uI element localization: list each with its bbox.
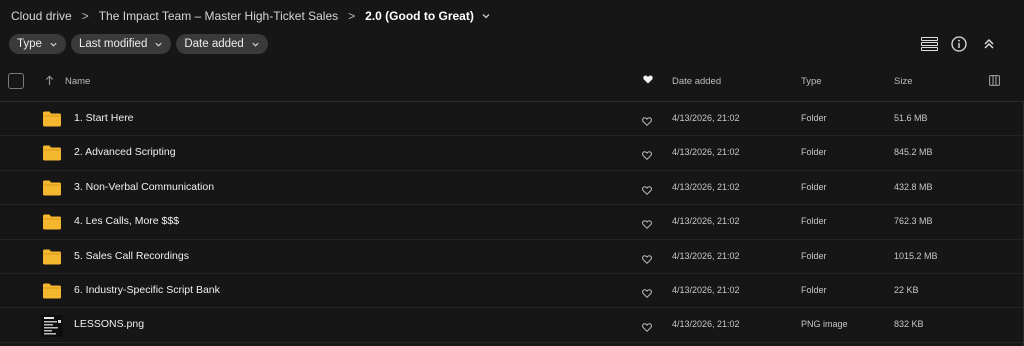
date-added: 4/13/2026, 21:02 bbox=[672, 284, 740, 295]
date-added: 4/13/2026, 21:02 bbox=[672, 216, 740, 227]
column-header-type[interactable]: Type bbox=[801, 76, 822, 87]
table-header: Name Date added Type Size bbox=[0, 66, 1024, 102]
collapse-icon[interactable] bbox=[980, 33, 998, 55]
info-icon[interactable] bbox=[950, 33, 968, 55]
heart-icon[interactable] bbox=[642, 147, 652, 165]
date-added: 4/13/2026, 21:02 bbox=[672, 113, 740, 123]
file-name: LESSONS.png bbox=[74, 318, 145, 331]
file-size: 845.2 MB bbox=[894, 147, 933, 158]
sort-ascending-icon[interactable] bbox=[45, 75, 54, 89]
column-settings-icon[interactable] bbox=[989, 75, 1000, 89]
chevron-down-icon[interactable] bbox=[481, 11, 491, 21]
file-size: 51.6 MB bbox=[894, 113, 928, 123]
file-size: 22 KB bbox=[894, 284, 919, 295]
file-size: 832 KB bbox=[894, 319, 924, 330]
select-all-checkbox[interactable] bbox=[8, 73, 24, 89]
file-name: 4. Les Calls, More $$$ bbox=[74, 215, 180, 228]
table-row[interactable]: 3. Non-Verbal Communication 4/13/2026, 2… bbox=[0, 171, 1024, 206]
filter-date-added-label: Date added bbox=[184, 38, 244, 50]
column-header-size[interactable]: Size bbox=[894, 76, 912, 87]
file-name: 5. Sales Call Recordings bbox=[74, 249, 189, 262]
column-header-name[interactable]: Name bbox=[65, 76, 90, 87]
filter-last-modified[interactable]: Last modified bbox=[70, 34, 172, 54]
folder-icon bbox=[43, 249, 61, 265]
file-type: PNG image bbox=[801, 319, 848, 330]
breadcrumb: Cloud drive > The Impact Team – Master H… bbox=[11, 7, 491, 25]
file-name: 3. Non-Verbal Communication bbox=[74, 180, 215, 193]
breadcrumb-item-cloud-drive[interactable]: Cloud drive bbox=[11, 9, 72, 23]
file-type: Folder bbox=[801, 181, 827, 192]
file-name: 6. Industry-Specific Script Bank bbox=[74, 283, 220, 296]
breadcrumb-separator: > bbox=[81, 9, 89, 23]
heart-icon[interactable] bbox=[642, 216, 652, 234]
file-name: 1. Start Here bbox=[74, 112, 134, 124]
table-row[interactable]: 5. Sales Call Recordings 4/13/2026, 21:0… bbox=[0, 240, 1024, 274]
chevron-down-icon bbox=[252, 42, 259, 47]
favorite-column-heart-icon[interactable] bbox=[643, 75, 653, 87]
filter-type-label: Type bbox=[17, 38, 42, 50]
table-row[interactable]: 6. Industry-Specific Script Bank 4/13/20… bbox=[0, 274, 1024, 309]
folder-icon bbox=[43, 145, 61, 161]
heart-icon[interactable] bbox=[642, 251, 652, 269]
toolbar bbox=[920, 33, 998, 55]
date-added: 4/13/2026, 21:02 bbox=[672, 250, 740, 261]
heart-icon[interactable] bbox=[642, 182, 652, 200]
file-type: Folder bbox=[801, 216, 827, 227]
folder-icon bbox=[43, 111, 61, 127]
file-type: Folder bbox=[801, 250, 827, 261]
breadcrumb-current-folder[interactable]: 2.0 (Good to Great) bbox=[365, 9, 474, 23]
date-added: 4/13/2026, 21:02 bbox=[672, 147, 740, 158]
folder-icon bbox=[43, 214, 61, 230]
folder-icon bbox=[43, 180, 61, 196]
heart-icon[interactable] bbox=[642, 285, 652, 303]
chevron-down-icon bbox=[50, 42, 57, 47]
chevron-down-icon bbox=[155, 42, 162, 47]
breadcrumb-separator: > bbox=[348, 9, 356, 23]
image-thumbnail-icon bbox=[41, 315, 63, 338]
table-row[interactable]: 1. Start Here 4/13/2026, 21:02 Folder 51… bbox=[0, 102, 1024, 137]
table-row[interactable]: 2. Advanced Scripting 4/13/2026, 21:02 F… bbox=[0, 136, 1024, 171]
list-view-icon[interactable] bbox=[920, 33, 938, 55]
heart-icon[interactable] bbox=[642, 319, 652, 337]
filter-type[interactable]: Type bbox=[9, 34, 66, 54]
file-type: Folder bbox=[801, 284, 827, 295]
folder-icon bbox=[43, 283, 61, 299]
column-header-date-added[interactable]: Date added bbox=[672, 76, 721, 87]
file-size: 762.3 MB bbox=[894, 216, 933, 227]
heart-icon[interactable] bbox=[642, 113, 652, 131]
breadcrumb-item-course[interactable]: The Impact Team – Master High-Ticket Sal… bbox=[99, 9, 338, 23]
table-row[interactable]: 4. Les Calls, More $$$ 4/13/2026, 21:02 … bbox=[0, 205, 1024, 240]
filter-last-modified-label: Last modified bbox=[78, 38, 148, 50]
filter-date-added[interactable]: Date added bbox=[176, 34, 268, 54]
file-type: Folder bbox=[801, 113, 827, 123]
file-type: Folder bbox=[801, 147, 827, 158]
file-list: 1. Start Here 4/13/2026, 21:02 Folder 51… bbox=[0, 102, 1024, 343]
file-size: 1015.2 MB bbox=[894, 250, 938, 261]
date-added: 4/13/2026, 21:02 bbox=[672, 319, 740, 330]
table-row[interactable]: LESSONS.png 4/13/2026, 21:02 PNG image 8… bbox=[0, 308, 1024, 343]
file-size: 432.8 MB bbox=[894, 181, 933, 192]
date-added: 4/13/2026, 21:02 bbox=[672, 181, 740, 192]
file-name: 2. Advanced Scripting bbox=[74, 146, 176, 159]
filter-bar: Type Last modified Date added bbox=[9, 34, 268, 54]
